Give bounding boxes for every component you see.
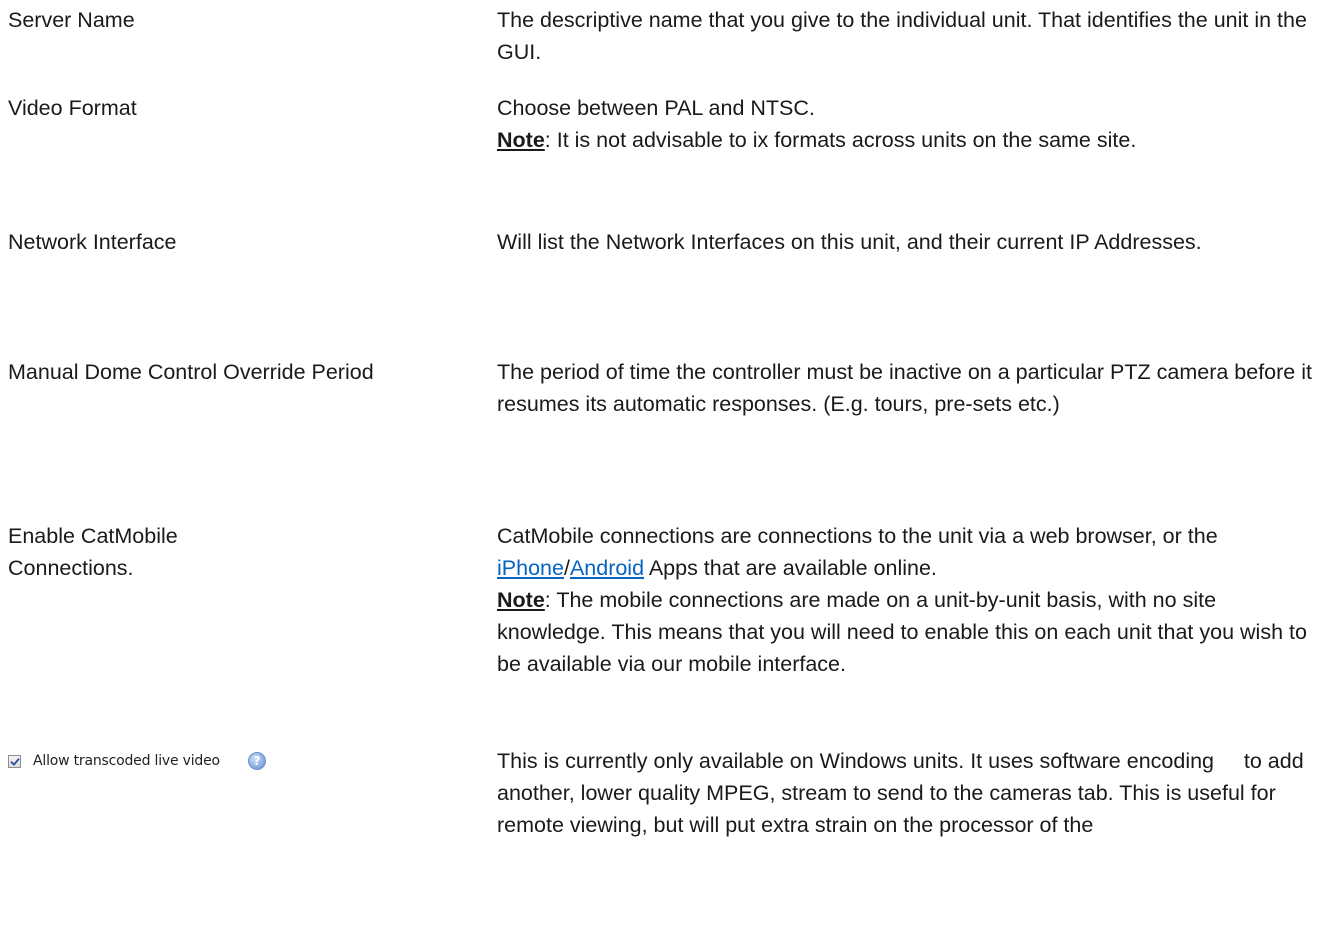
checkmark-icon xyxy=(10,757,20,765)
term-manual-dome-override: Manual Dome Control Override Period xyxy=(8,360,374,384)
term-enable-catmobile: Enable CatMobile Connections. xyxy=(8,520,438,584)
android-link[interactable]: Android xyxy=(570,556,644,580)
term-network-interface: Network Interface xyxy=(8,230,177,254)
desc-video-format: Choose between PAL and NTSC. Note: It is… xyxy=(497,92,1323,156)
desc-text-before: CatMobile connections are connections to… xyxy=(497,524,1218,548)
desc-enable-catmobile: CatMobile connections are connections to… xyxy=(497,520,1323,680)
transcoded-video-checkbox-label[interactable]: Allow transcoded live video xyxy=(33,745,220,777)
desc-manual-dome-override: The period of time the controller must b… xyxy=(497,356,1323,420)
note-paragraph: Note: It is not advisable to ix formats … xyxy=(497,124,1323,156)
transcoded-video-checkbox[interactable] xyxy=(8,754,21,768)
note-paragraph: Note: The mobile connections are made on… xyxy=(497,584,1323,680)
desc-text: The period of time the controller must b… xyxy=(497,360,1312,416)
note-text: : The mobile connections are made on a u… xyxy=(497,588,1307,676)
term-server-name: Server Name xyxy=(8,8,135,32)
note-label: Note xyxy=(497,128,545,152)
term-line: Enable CatMobile xyxy=(8,524,178,548)
term-video-format: Video Format xyxy=(8,96,137,120)
term-line: Connections. xyxy=(8,556,134,580)
desc-text: The descriptive name that you give to th… xyxy=(497,8,1307,64)
desc-text: Will list the Network Interfaces on this… xyxy=(497,230,1202,254)
desc-network-interface: Will list the Network Interfaces on this… xyxy=(497,226,1323,258)
desc-paragraph: CatMobile connections are connections to… xyxy=(497,520,1323,584)
desc-text-after: Apps that are available online. xyxy=(644,556,937,580)
desc-text: Choose between PAL and NTSC. xyxy=(497,96,815,120)
note-label: Note xyxy=(497,588,545,612)
desc-server-name: The descriptive name that you give to th… xyxy=(497,4,1323,68)
iphone-link[interactable]: iPhone xyxy=(497,556,564,580)
desc-text: This is currently only available on Wind… xyxy=(497,749,1310,837)
desc-transcoded-video: This is currently only available on Wind… xyxy=(497,745,1323,841)
help-icon[interactable]: ? xyxy=(247,752,266,770)
note-text: : It is not advisable to ix formats acro… xyxy=(544,128,1137,152)
transcoded-video-checkbox-widget: Allow transcoded live video ? xyxy=(8,749,266,773)
